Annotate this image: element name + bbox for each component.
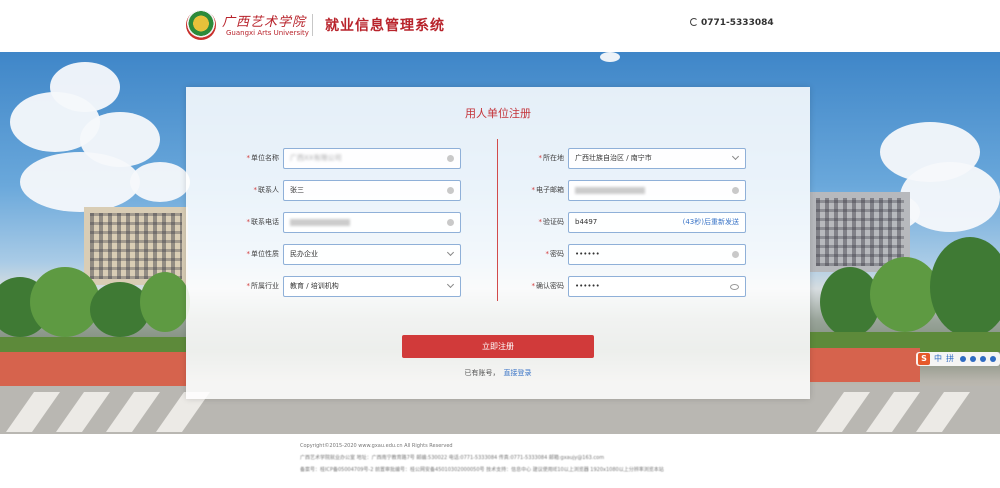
hotline: 0771-5333084 xyxy=(690,18,774,28)
chevron-down-icon xyxy=(731,152,740,161)
system-title: 就业信息管理系统 xyxy=(325,18,445,34)
verify-code-input[interactable]: b4497 (43秒)后重新发送 xyxy=(568,212,746,233)
form-title: 用人单位注册 xyxy=(465,107,531,120)
clear-icon[interactable] xyxy=(447,155,454,162)
clear-icon[interactable] xyxy=(732,251,739,258)
ime-punct-icon[interactable] xyxy=(960,356,966,362)
industry-label: *所属行业 xyxy=(246,282,280,290)
clear-icon[interactable] xyxy=(447,219,454,226)
login-prompt: 已有账号， 直接登录 xyxy=(186,368,810,378)
footer-icp: 备案号：桂ICP备05004709号-2 前置审批编号：桂公网安备4501030… xyxy=(300,467,664,473)
unit-type-row: *单位性质 民办企业 xyxy=(186,244,486,265)
password-input[interactable]: •••••• xyxy=(568,244,746,265)
confirm-password-input[interactable]: •••••• xyxy=(568,276,746,297)
email-label: *电子邮箱 xyxy=(531,186,565,194)
password-label: *密码 xyxy=(545,250,565,258)
school-name: 广西艺术学院 xyxy=(222,15,307,30)
resend-code-link[interactable]: (43秒)后重新发送 xyxy=(683,213,739,232)
login-prompt-text: 已有账号， xyxy=(464,369,500,377)
contact-person-label: *联系人 xyxy=(253,186,280,194)
confirm-password-label: *确认密码 xyxy=(531,282,565,290)
ime-keyboard-icon[interactable] xyxy=(980,356,986,362)
ime-mode-pinyin[interactable]: 拼 xyxy=(946,353,954,364)
school-logo-icon xyxy=(186,10,216,40)
industry-row: *所属行业 教育 / 培训机构 xyxy=(186,276,486,297)
location-row: *所在地 广西壮族自治区 / 南宁市 xyxy=(489,148,789,169)
school-name-en: Guangxi Arts University xyxy=(226,29,309,37)
unit-type-label: *单位性质 xyxy=(246,250,280,258)
confirm-password-row: *确认密码 •••••• xyxy=(489,276,789,297)
verify-code-row: *验证码 b4497 (43秒)后重新发送 xyxy=(489,212,789,233)
contact-phone-label: *联系电话 xyxy=(246,218,280,226)
contact-person-input[interactable]: 张三 xyxy=(283,180,461,201)
phone-icon xyxy=(690,18,698,26)
contact-phone-row: *联系电话 xyxy=(186,212,486,233)
header-divider xyxy=(312,14,313,36)
page-footer: Copyright©2015-2020 www.gxau.edu.cn All … xyxy=(0,434,1000,488)
footer-copyright: Copyright©2015-2020 www.gxau.edu.cn All … xyxy=(300,443,453,449)
unit-type-select[interactable]: 民办企业 xyxy=(283,244,461,265)
login-link[interactable]: 直接登录 xyxy=(504,369,532,377)
clear-icon[interactable] xyxy=(447,187,454,194)
unit-name-row: *单位名称 广西XX有限公司 xyxy=(186,148,486,169)
clear-icon[interactable] xyxy=(732,187,739,194)
unit-name-label: *单位名称 xyxy=(246,154,280,162)
register-button[interactable]: 立即注册 xyxy=(402,335,594,358)
ime-toolbar[interactable]: S 中 拼 xyxy=(916,352,1000,366)
ime-mic-icon[interactable] xyxy=(970,356,976,362)
unit-name-input[interactable]: 广西XX有限公司 xyxy=(283,148,461,169)
industry-select[interactable]: 教育 / 培训机构 xyxy=(283,276,461,297)
hotline-number: 0771-5333084 xyxy=(701,18,774,28)
chevron-down-icon xyxy=(446,280,455,289)
location-select[interactable]: 广西壮族自治区 / 南宁市 xyxy=(568,148,746,169)
email-input[interactable] xyxy=(568,180,746,201)
eye-icon[interactable] xyxy=(730,284,739,290)
contact-person-row: *联系人 张三 xyxy=(186,180,486,201)
contact-phone-input[interactable] xyxy=(283,212,461,233)
verify-code-label: *验证码 xyxy=(538,218,565,226)
top-header: 广西艺术学院 Guangxi Arts University 就业信息管理系统 … xyxy=(0,0,1000,52)
ime-settings-icon[interactable] xyxy=(990,356,996,362)
password-row: *密码 •••••• xyxy=(489,244,789,265)
chevron-down-icon xyxy=(446,248,455,257)
registration-panel: 用人单位注册 *单位名称 广西XX有限公司 *联系人 张三 *联系电话 *单位性… xyxy=(186,87,810,399)
footer-address: 广西艺术学院就业办公室 地址：广西南宁教育路7号 邮编:530022 电话:07… xyxy=(300,455,605,461)
email-row: *电子邮箱 xyxy=(489,180,789,201)
ime-mode-chinese[interactable]: 中 xyxy=(934,353,942,364)
location-label: *所在地 xyxy=(538,154,565,162)
ime-logo-icon[interactable]: S xyxy=(918,353,930,365)
